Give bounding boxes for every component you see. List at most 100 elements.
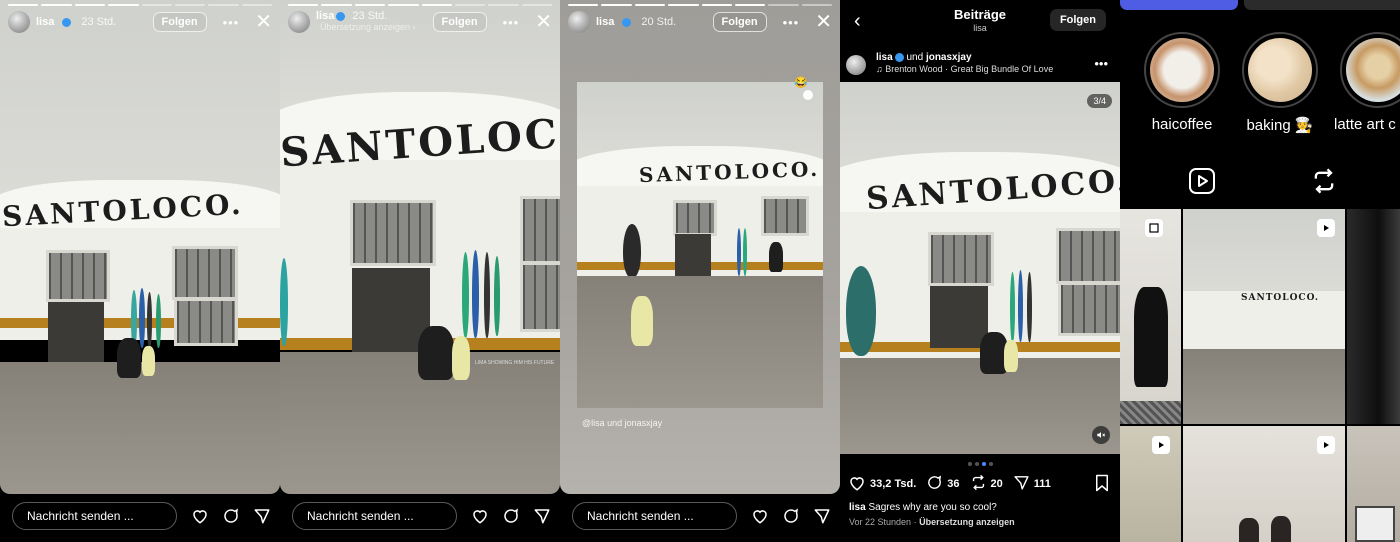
story-progress [8,4,272,6]
follow-button[interactable]: Folgen [1049,9,1106,31]
like-heart-icon[interactable] [189,505,211,527]
post-caption: lisa Sagres why are you so cool? [849,502,997,513]
grid-post-6[interactable] [1347,426,1400,542]
reel-play-icon [1317,219,1335,237]
story-reply-bar: Nachricht senden ... [280,500,560,532]
music-note-icon: ♫ [876,64,883,74]
more-options-icon[interactable]: ••• [1094,56,1108,71]
avatar[interactable] [846,55,866,75]
post-image[interactable]: SANTOLOCO. 3/4 [840,82,1120,454]
comment-bubble-icon[interactable] [220,505,242,527]
story-panel-3: SANTOLOCO. 😂 @lisa und jonasxjay lisa 20… [560,0,840,542]
caption-user[interactable]: lisa [849,502,866,513]
more-options-icon[interactable]: ••• [783,15,800,30]
author-name[interactable]: lisa [876,52,893,63]
reels-tab-icon[interactable] [1188,167,1216,200]
story-header: lisa 20 Std. Folgen ••• ✕ [568,10,832,34]
more-options-icon[interactable]: ••• [503,15,520,30]
repost-count[interactable]: 20 [991,478,1003,490]
grid-post-1[interactable] [1120,209,1181,424]
post-actions: 33,2 Tsd. 36 20 111 [848,474,1110,494]
translation-link[interactable]: Übersetzung anzeigen › [320,22,416,32]
grid-post-3[interactable] [1347,209,1400,424]
send-paper-plane-icon[interactable] [251,505,273,527]
close-icon[interactable]: ✕ [535,12,552,32]
story-background[interactable]: SANTOLOCO. 😂 @lisa und jonasxjay [560,0,840,494]
avatar[interactable] [568,11,590,33]
story-username[interactable]: lisa [36,16,54,28]
like-heart-icon[interactable] [469,505,491,527]
author-line: lisa und jonasxjay [876,52,972,63]
comment-bubble-icon[interactable] [780,505,802,527]
multi-post-icon [1145,219,1163,237]
highlight-label: haicoffee [1151,116,1213,133]
verified-badge-icon [62,17,72,27]
highlight-haicoffee[interactable]: haicoffee [1142,32,1222,133]
like-count[interactable]: 33,2 Tsd. [870,478,916,490]
close-icon[interactable]: ✕ [255,12,272,32]
highlight-label: latte art c [1334,116,1396,133]
story-username[interactable]: lisa [596,16,614,28]
post-meta: Vor 22 Stunden · Übersetzung anzeigen [849,517,1015,527]
story-photo: SANTOLOCO. [577,82,823,408]
like-heart-icon[interactable] [749,505,771,527]
comment-count[interactable]: 36 [947,478,959,490]
story-panel-2: SANTOLOCO. LIMA SHOWING HIM HIS FUTURE l… [280,0,560,542]
follow-button[interactable]: Folgen [712,12,767,32]
story-progress [568,4,832,6]
repost-icon[interactable] [970,474,987,494]
meta-separator: · [913,517,917,527]
profile-tabs [1120,163,1400,199]
store-sign: SANTOLOCO. [1241,293,1320,303]
comment-bubble-icon[interactable] [500,505,522,527]
carousel-counter: 3/4 [1087,94,1112,108]
coauthor-name[interactable]: jonasxjay [926,52,972,63]
post-header: ‹ Beiträge lisa Folgen [840,0,1120,42]
story-header: lisa 23 Std. Folgen ••• ✕ [8,10,272,34]
story-image[interactable]: SANTOLOCO. [0,0,280,494]
story-reply-bar: Nachricht senden ... [0,500,280,532]
story-mention[interactable]: @lisa und jonasxjay [582,418,662,428]
post-time: Vor 22 Stunden [849,517,912,527]
send-paper-plane-icon[interactable] [531,505,553,527]
follow-button[interactable]: Folgen [152,12,207,32]
verified-badge-icon [894,52,904,62]
follow-button[interactable]: Folgen [432,12,487,32]
avatar[interactable] [8,11,30,33]
highlight-label: baking 🧑‍🍳 [1246,117,1314,134]
story-panel-1: SANTOLOCO. lisa 23 Std. Folgen ••• ✕ Nac… [0,0,280,542]
secondary-action-button[interactable] [1244,0,1400,10]
share-count[interactable]: 111 [1034,478,1051,490]
send-paper-plane-icon[interactable] [811,505,833,527]
close-icon[interactable]: ✕ [815,12,832,32]
message-input[interactable]: Nachricht senden ... [292,502,457,530]
grid-post-5[interactable] [1183,426,1345,542]
grid-post-4[interactable] [1120,426,1181,542]
reposts-tab-icon[interactable] [1310,167,1338,200]
music-line[interactable]: ♫ Brenton Wood · Great Big Bundle Of Lov… [876,64,1053,74]
highlight-baking[interactable]: baking 🧑‍🍳 [1240,32,1320,134]
grid-post-2[interactable]: SANTOLOCO. [1183,209,1345,424]
like-heart-icon[interactable] [848,474,866,495]
story-time: 20 Std. [641,16,677,28]
bookmark-icon[interactable] [1094,474,1110,495]
sticker-dot-icon [803,90,813,100]
muted-speaker-icon[interactable] [1092,426,1110,444]
story-progress [288,4,552,6]
avatar[interactable] [288,11,310,33]
reel-play-icon [1152,436,1170,454]
story-username[interactable]: lisa [316,10,334,22]
translation-link[interactable]: Übersetzung anzeigen [919,517,1015,527]
primary-action-button[interactable] [1120,0,1238,10]
story-image[interactable]: SANTOLOCO. LIMA SHOWING HIM HIS FUTURE [280,0,560,494]
highlight-latte-art[interactable]: latte art c [1334,32,1400,133]
send-paper-plane-icon[interactable] [1013,474,1030,494]
more-options-icon[interactable]: ••• [223,15,240,30]
comment-bubble-icon[interactable] [926,474,943,494]
message-input[interactable]: Nachricht senden ... [12,502,177,530]
story-time: 23 Std. [81,16,117,28]
profile-panel: haicoffee baking 🧑‍🍳 latte art c SANTOLO… [1120,0,1400,542]
verified-badge-icon [336,11,346,21]
message-input[interactable]: Nachricht senden ... [572,502,737,530]
story-time: 23 Std. [352,10,388,22]
